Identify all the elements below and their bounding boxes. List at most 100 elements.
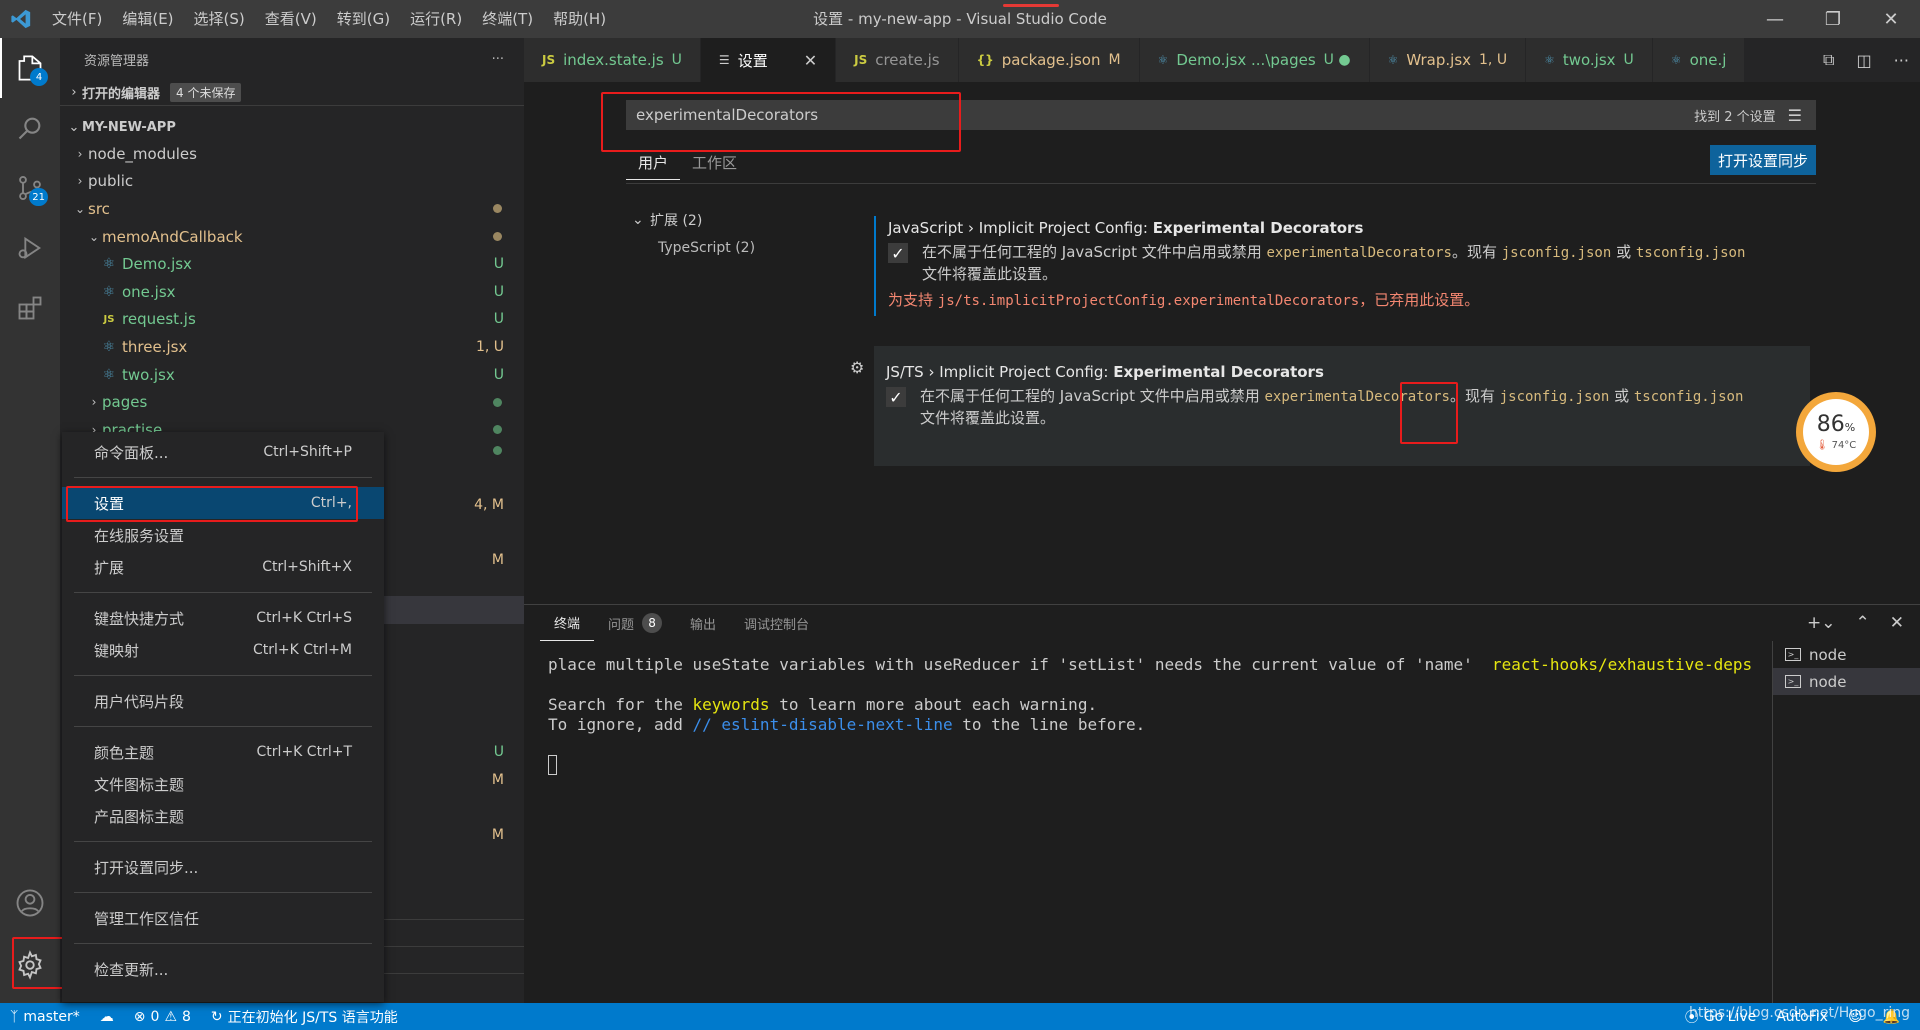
editor-tab[interactable]: ☰ 设置 ✕ [700,38,837,82]
more-actions-icon[interactable]: ··· [1894,51,1909,70]
vscode-logo-icon[interactable] [0,0,42,38]
close-window-button[interactable]: ✕ [1862,0,1920,38]
menu-separator [74,726,372,727]
problems-indicator[interactable]: ⊗ 0 ⚠ 8 [124,1009,201,1025]
tree-item[interactable]: ⚛ Demo.jsx U [60,250,524,278]
menu-item-shortcut: Ctrl+K Ctrl+S [256,610,352,626]
tree-item[interactable]: ⚛ one.jsx U [60,278,524,306]
toc-extensions[interactable]: ⌄ 扩展 (2) [632,206,755,234]
context-menu-item[interactable]: 键映射 Ctrl+K Ctrl+M [62,634,384,666]
section-divider [382,973,524,974]
context-menu-item[interactable]: 产品图标主题 [62,800,384,832]
editor-tab[interactable]: ⚛ Wrap.jsx 1, U [1369,38,1527,82]
open-settings-sync-button[interactable]: 打开设置同步 [1710,145,1816,175]
tree-item[interactable]: › node_modules [60,140,524,168]
editor-tab[interactable]: {} package.json M [958,38,1140,82]
open-settings-json-icon[interactable]: ⧉ [1823,50,1834,70]
unsaved-count-badge: 4 个未保存 [170,83,242,102]
menu-item[interactable]: 编辑(E) [112,0,183,38]
context-menu-item[interactable]: 检查更新... [62,953,384,985]
activity-bar: 4 21 [0,38,60,1003]
editor-tab[interactable]: ⚛ two.jsx U [1526,38,1653,82]
chevron-down-icon: ⌄ [68,119,80,135]
close-tab-icon[interactable]: ✕ [804,51,817,70]
setting-checkbox[interactable]: ✓ [888,243,908,263]
context-menu-item[interactable]: 扩展 Ctrl+Shift+X [62,551,384,583]
source-control-icon[interactable]: 21 [0,158,60,218]
restore-button[interactable]: ❐ [1804,0,1862,38]
panel-tab[interactable]: 调试控制台 [730,605,823,641]
setting-checkbox[interactable]: ✓ [886,387,906,407]
context-menu-item[interactable]: 用户代码片段 [62,685,384,717]
project-section[interactable]: ⌄ MY-NEW-APP [60,114,524,140]
menu-item[interactable]: 帮助(H) [543,0,616,38]
menu-item-label: 键映射 [94,641,140,660]
context-menu-item[interactable]: 打开设置同步... [62,851,384,883]
search-icon[interactable] [0,98,60,158]
extensions-icon[interactable] [0,278,60,338]
git-status-dot [493,397,502,407]
error-icon: ⊗ [133,1008,146,1025]
tree-item[interactable]: ⌄ memoAndCallback [60,223,524,251]
open-editors-section[interactable]: › 打开的编辑器 4 个未保存 [60,80,524,106]
context-menu-item[interactable]: 键盘快捷方式 Ctrl+K Ctrl+S [62,602,384,634]
tree-item[interactable]: › pages [60,388,524,416]
search-red-highlight [601,92,961,152]
editor-tab[interactable]: JS create.js [836,38,959,82]
tree-item[interactable]: ⚛ three.jsx 1, U [60,333,524,361]
context-menu-item[interactable]: 管理工作区信任 [62,902,384,934]
menu-item-label: 打开设置同步... [94,858,199,877]
menu-item[interactable]: 选择(S) [184,0,255,38]
tree-item[interactable]: ⌄ src [60,195,524,223]
panel-tab[interactable]: 问题 8 [594,605,676,641]
tree-item[interactable]: JS request.js U [60,306,524,334]
git-status: U [493,366,504,383]
panel-tab[interactable]: 输出 [676,605,730,641]
deprecated-setting-link[interactable]: js/ts.implicitProjectConfig.experimental… [938,293,1359,309]
tab-label: package.json [1001,51,1101,69]
new-terminal-icon[interactable]: +⌄ [1807,613,1836,633]
menu-item[interactable]: 终端(T) [472,0,543,38]
terminal-instance[interactable]: >_ node [1773,641,1920,668]
more-actions-button[interactable]: ··· [492,52,504,67]
menu-item[interactable]: 查看(V) [255,0,327,38]
tab-user[interactable]: 用户 [626,152,681,180]
menu-item[interactable]: 转到(G) [327,0,400,38]
editor-tab[interactable]: ⚛ one.j [1652,38,1746,82]
sync-icon[interactable]: ☁ [90,1009,124,1025]
context-menu-item[interactable]: 在线服务设置 [62,519,384,551]
terminal-output[interactable]: place multiple useState variables with u… [548,655,1778,775]
git-status-dot [493,232,502,242]
tab-label: Wrap.jsx [1406,51,1472,69]
deprecation-message: 为支持 js/ts.implicitProjectConfig.experime… [888,291,1480,309]
tab-label: 设置 [737,51,768,70]
context-menu-item[interactable]: 颜色主题 Ctrl+K Ctrl+T [62,736,384,768]
setting-gear-icon[interactable]: ⚙ [850,358,864,377]
terminal-instance[interactable]: >_ node [1773,668,1920,695]
menu-item[interactable]: 运行(R) [400,0,472,38]
context-menu-item[interactable]: 命令面板... Ctrl+Shift+P [62,436,384,468]
tab-git-status: 1, U [1479,52,1508,68]
accounts-icon[interactable] [0,873,60,933]
context-menu-item[interactable]: 文件图标主题 [62,768,384,800]
react-file-icon: ⚛ [102,338,116,355]
close-panel-icon[interactable]: ✕ [1890,613,1904,633]
tree-item[interactable]: › public [60,168,524,196]
editor-tab[interactable]: JS index.state.js U [524,38,701,82]
tree-item-label: pages [102,393,148,412]
filter-icon[interactable]: ☰ [1788,106,1802,125]
toc-typescript[interactable]: TypeScript (2) [632,234,755,262]
minimize-button[interactable]: — [1746,0,1804,38]
tab-workspace[interactable]: 工作区 [680,152,749,180]
branch-indicator[interactable]: ᛉ master* [0,1009,90,1025]
panel-tab[interactable]: 终端 [540,605,595,641]
menu-item[interactable]: 文件(F) [42,0,112,38]
split-editor-icon[interactable]: ◫ [1857,51,1872,70]
explorer-icon[interactable]: 4 [0,38,60,98]
editor-tab[interactable]: ⚛ Demo.jsx ...\pages U ● [1139,38,1370,82]
tree-item[interactable]: ⚛ two.jsx U [60,361,524,389]
task-status[interactable]: ↻ 正在初始化 JS/TS 语言功能 [201,1007,408,1027]
performance-widget[interactable]: 86% 🌡 74°C [1796,392,1876,472]
run-debug-icon[interactable] [0,218,60,278]
maximize-panel-icon[interactable]: ⌃ [1856,613,1870,633]
